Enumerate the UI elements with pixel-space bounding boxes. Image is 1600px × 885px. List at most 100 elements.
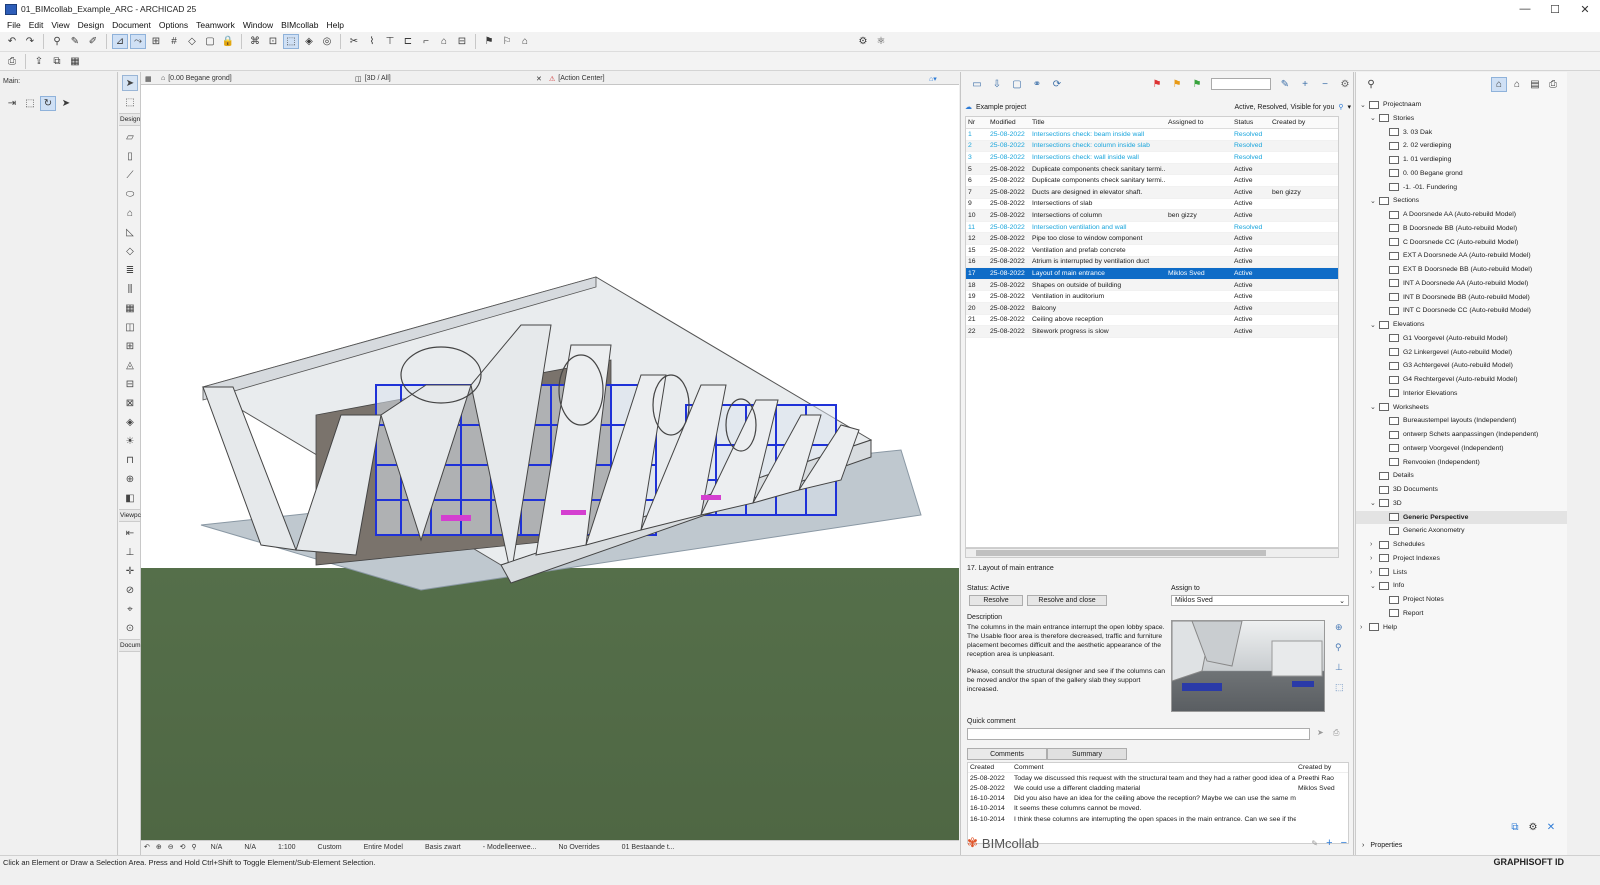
issue-list-scrollbar[interactable] [965,548,1339,558]
tab-summary[interactable]: Summary [1047,748,1127,760]
fit-view-icon[interactable]: ⬚ [1335,682,1347,694]
tree-item[interactable]: A Doorsnede AA (Auto-rebuild Model) [1356,208,1568,221]
selection-method-icon[interactable]: ⬚ [22,96,38,111]
object-tool-icon[interactable]: ⊟ [122,376,138,392]
scissors-icon[interactable]: ✂ [346,34,362,49]
edit-icon[interactable]: ✎ [1277,77,1293,91]
worksheet-tool-icon[interactable]: ⊘ [122,582,138,598]
menu-view[interactable]: View [47,20,73,30]
tab-grid-icon[interactable]: ▦ [145,73,152,84]
tree-item[interactable]: INT B Doorsnede BB (Auto-rebuild Model) [1356,291,1568,304]
settings-icon[interactable]: ⚙ [1337,77,1353,91]
properties-bar[interactable]: › Properties [1356,838,1568,852]
expand-chevron-icon[interactable]: › [1370,555,1379,562]
tree-item[interactable]: G1 Voorgevel (Auto-rebuild Model) [1356,332,1568,345]
remove-icon[interactable]: − [1317,77,1333,91]
search-icon[interactable]: ⚲ [1335,642,1347,654]
renovation-field[interactable]: 01 Bestaande t... [614,844,683,851]
corner-window-icon[interactable]: ⊓ [122,452,138,468]
menu-options[interactable]: Options [155,20,192,30]
override-field[interactable]: No Overrides [550,844,607,851]
tree-item[interactable]: Generic Axonometry [1356,524,1568,537]
comment-row[interactable]: 16-10-2014 Did you also have an idea for … [968,794,1348,804]
camera-icon[interactable]: ⎙ [1333,728,1339,738]
snap-guide-icon[interactable]: ⤳ [130,34,146,49]
angle-field[interactable]: N/A [203,844,231,851]
issue-row[interactable]: 12 25-08-2022 Pipe too close to window com… [966,233,1338,245]
table-icon[interactable]: ▦ [67,54,83,69]
geometry-method-icon[interactable]: ⇥ [4,96,20,111]
maximize-button[interactable]: ☐ [1540,0,1570,18]
arrow-tool-icon[interactable]: ➤ [122,75,138,91]
tab-navigation-icon[interactable]: ⌂▾ [929,73,937,84]
dormer-tool-icon[interactable]: ⊕ [122,471,138,487]
shell-tool-icon[interactable]: ◺ [122,224,138,240]
issue-row[interactable]: 7 25-08-2022 Ducts are designed in elevato… [966,186,1338,199]
col-status[interactable]: Status [1232,119,1270,126]
skylight-tool-icon[interactable]: ◇ [122,243,138,259]
tab-action-center[interactable]: ⚠ [Action Center] [549,73,605,84]
tree-item[interactable]: 1. 01 verdieping [1356,153,1568,166]
zone-tool-icon[interactable]: ⊠ [122,395,138,411]
comment-row[interactable]: 25-08-2022 Today we discussed this reques… [968,773,1348,783]
tree-item[interactable]: › Project Indexes [1356,552,1568,565]
bimcollab-sync-icon[interactable]: ⚙ [855,34,871,49]
menu-teamwork[interactable]: Teamwork [192,20,239,30]
tree-item[interactable]: -1. -01. Fundering [1356,181,1568,194]
fillet-icon[interactable]: ⌐ [418,34,434,49]
syringe-icon[interactable]: ✐ [85,34,101,49]
model-view-field[interactable]: Entire Model [356,844,411,851]
expand-chevron-icon[interactable]: › [1370,541,1379,548]
tree-item[interactable]: 2. 02 verdieping [1356,139,1568,152]
lock-icon[interactable]: 🔒 [220,34,236,49]
filter-dropdown-icon[interactable]: ▾ [1347,103,1351,111]
railing-tool-icon[interactable]: ⫼ [122,281,138,297]
resolve-close-button[interactable]: Resolve and close [1027,595,1107,606]
issue-row[interactable]: 6 25-08-2022 Duplicate components check sa… [966,175,1338,187]
layer-combo-field[interactable]: Custom [310,844,350,851]
tree-item[interactable]: 3D Documents [1356,483,1568,496]
wall-end-tool-icon[interactable]: ◧ [122,490,138,506]
flag-list-icon[interactable]: ⚐ [499,34,515,49]
issue-row[interactable]: 10 25-08-2022 Intersections of column ben g… [966,210,1338,222]
issue-row[interactable]: 22 25-08-2022 Sitework progress is slow Act… [966,326,1338,338]
issue-row[interactable]: 21 25-08-2022 Ceiling above reception Activ… [966,315,1338,327]
close-button[interactable]: ✕ [1570,0,1600,18]
flag-orange-icon[interactable]: ⚑ [1169,77,1185,91]
issue-row[interactable]: 11 25-08-2022 Intersection ventilation and… [966,222,1338,234]
grid-snap-icon[interactable]: ⊞ [148,34,164,49]
tree-item[interactable]: › Help [1356,621,1568,634]
lamp-tool-icon[interactable]: ☀ [122,433,138,449]
tree-item[interactable]: Interior Elevations [1356,387,1568,400]
model-icon[interactable]: ◈ [301,34,317,49]
slab-tool-icon[interactable]: ⬭ [122,186,138,202]
tree-item[interactable]: ⌄ Elevations [1356,318,1568,331]
tab-close-icon[interactable]: ✕ [536,73,542,84]
nav-new-view-icon[interactable]: ⧉ [1507,820,1523,835]
adjust-icon[interactable]: ⊟ [454,34,470,49]
morph-tool-icon[interactable]: ◈ [122,414,138,430]
tree-item[interactable]: 0. 00 Begane grond [1356,167,1568,180]
tab-3d[interactable]: ◫ [3D / All] [355,73,391,84]
flag-green-icon[interactable]: ⚑ [1189,77,1205,91]
issue-row[interactable]: 1 25-08-2022 Intersections check: beam ins… [966,129,1338,141]
tree-item[interactable]: ⌄ 3D [1356,497,1568,510]
footer-add-icon[interactable]: + [1326,837,1332,849]
scale2-field[interactable]: N/A [236,844,264,851]
tree-item[interactable]: Report [1356,607,1568,620]
col-assigned[interactable]: Assigned to [1166,119,1232,126]
split-icon[interactable]: ⌇ [364,34,380,49]
guideline-icon[interactable]: ⊿ [112,34,128,49]
nav-settings-icon[interactable]: ⚙ [1525,820,1541,835]
menu-edit[interactable]: Edit [25,20,48,30]
col-created-by[interactable]: Created by [1270,119,1330,126]
stair-tool-icon[interactable]: ≣ [122,262,138,278]
expand-chevron-icon[interactable]: › [1360,624,1369,631]
issue-row[interactable]: 20 25-08-2022 Balcony Active [966,302,1338,315]
detail-tool-icon[interactable]: ⌖ [122,601,138,617]
elevation-tool-icon[interactable]: ⊥ [122,544,138,560]
tree-item[interactable]: B Doorsnede BB (Auto-rebuild Model) [1356,222,1568,235]
menu-design[interactable]: Design [74,20,108,30]
issue-row[interactable]: 17 25-08-2022 Layout of main entrance Miklo… [966,268,1338,280]
issue-row[interactable]: 19 25-08-2022 Ventilation in auditorium Act… [966,291,1338,303]
